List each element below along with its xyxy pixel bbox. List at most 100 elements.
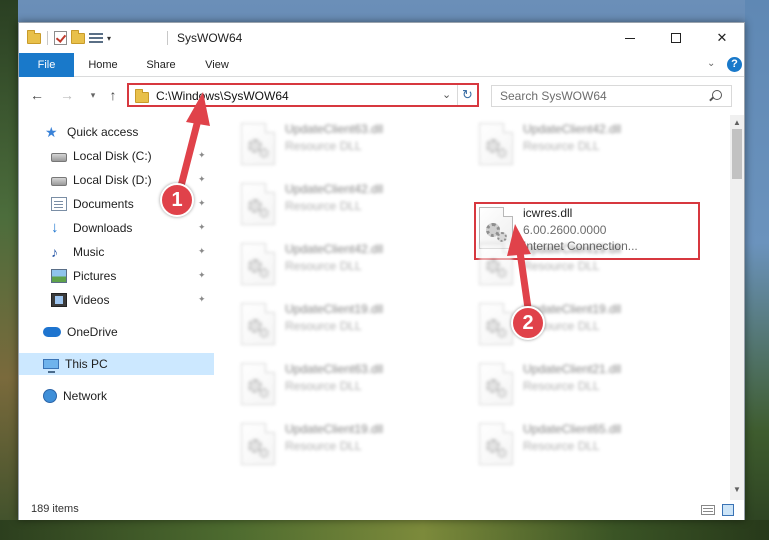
file-name: UpdateClient65.dll xyxy=(523,422,622,436)
sidebar-item-onedrive[interactable]: OneDrive xyxy=(19,321,214,343)
document-icon xyxy=(51,197,67,211)
file-item[interactable]: UpdateClient42.dll Resource DLL xyxy=(239,179,464,233)
tab-share[interactable]: Share xyxy=(139,53,183,77)
file-item[interactable]: UpdateClient42.dll Resource DLL xyxy=(239,239,464,293)
dll-file-icon xyxy=(479,303,513,345)
file-name: UpdateClient19.dll xyxy=(523,242,622,256)
navigation-pane: ★ Quick access Local Disk (C:) ✦ Local D… xyxy=(19,115,214,500)
sidebar-item-pictures[interactable]: Pictures ✦ xyxy=(19,265,214,287)
pin-icon[interactable]: ✦ xyxy=(198,198,206,208)
file-name: UpdateClient63.dll xyxy=(285,362,384,376)
file-name: UpdateClient19.dll xyxy=(285,302,384,316)
video-icon xyxy=(51,293,67,307)
tab-view[interactable]: View xyxy=(195,53,239,77)
sidebar-item-label: Quick access xyxy=(67,125,139,139)
file-item[interactable]: UpdateClient63.dll Resource DLL xyxy=(239,119,464,173)
vertical-scrollbar[interactable]: ▲ ▼ xyxy=(730,115,744,500)
address-bar[interactable]: C:\Windows\SysWOW64 ⌄ ↻ xyxy=(127,83,479,107)
pin-icon[interactable]: ✦ xyxy=(198,174,206,184)
pin-icon[interactable]: ✦ xyxy=(198,246,206,256)
large-icons-view-icon[interactable] xyxy=(722,504,734,516)
maximize-button[interactable] xyxy=(653,23,699,53)
address-path[interactable]: C:\Windows\SysWOW64 xyxy=(156,89,289,103)
file-item[interactable]: UpdateClient65.dll Resource DLL xyxy=(477,419,702,473)
sidebar-item-videos[interactable]: Videos ✦ xyxy=(19,289,214,311)
file-item[interactable]: UpdateClient19.dll Resource DLL xyxy=(239,299,464,353)
tab-home[interactable]: Home xyxy=(81,53,125,77)
sidebar-item-label: OneDrive xyxy=(67,325,118,339)
sidebar-item-quick-access[interactable]: ★ Quick access xyxy=(19,121,214,143)
sidebar-item-music[interactable]: ♪ Music ✦ xyxy=(19,241,214,263)
file-name: UpdateClient21.dll xyxy=(523,362,622,376)
file-type: Resource DLL xyxy=(523,379,600,393)
forward-arrow-icon[interactable]: → xyxy=(59,87,75,103)
dll-file-icon xyxy=(241,423,275,465)
picture-icon xyxy=(51,269,67,283)
dll-file-icon xyxy=(241,183,275,225)
item-count: 189 items xyxy=(31,503,79,515)
sidebar-item-downloads[interactable]: ↓ Downloads ✦ xyxy=(19,217,214,239)
file-type: Resource DLL xyxy=(285,379,362,393)
search-placeholder: Search SysWOW64 xyxy=(500,89,607,103)
file-name: UpdateClient19.dll xyxy=(285,422,384,436)
minimize-icon xyxy=(625,37,635,39)
expand-ribbon-icon[interactable]: ⌄ xyxy=(707,58,719,70)
toolbar-separator xyxy=(47,31,48,45)
dll-file-icon xyxy=(479,363,513,405)
properties-icon[interactable] xyxy=(54,31,67,45)
scroll-up-icon[interactable]: ▲ xyxy=(733,118,741,127)
file-item[interactable]: UpdateClient19.dll Resource DLL xyxy=(477,239,702,293)
chevron-down-icon[interactable]: ▾ xyxy=(107,34,111,43)
search-input[interactable]: Search SysWOW64 xyxy=(491,85,732,107)
file-type: Resource DLL xyxy=(285,199,362,213)
pin-icon[interactable]: ✦ xyxy=(198,294,206,304)
dll-file-icon xyxy=(241,123,275,165)
folder-icon xyxy=(135,89,149,103)
file-type: Resource DLL xyxy=(285,259,362,273)
close-button[interactable]: ✕ xyxy=(699,23,745,53)
dll-file-icon xyxy=(241,303,275,345)
scroll-thumb[interactable] xyxy=(732,129,742,179)
file-item[interactable]: UpdateClient42.dll Resource DLL xyxy=(477,119,702,173)
disk-icon xyxy=(51,153,67,162)
pin-icon[interactable]: ✦ xyxy=(198,150,206,160)
file-type: Resource DLL xyxy=(523,439,600,453)
desktop-background-bottom xyxy=(0,520,769,540)
file-type: Resource DLL xyxy=(285,319,362,333)
dll-file-icon xyxy=(479,123,513,165)
file-item[interactable]: UpdateClient19.dll Resource DLL xyxy=(239,419,464,473)
network-icon xyxy=(43,389,57,403)
file-list: UpdateClient63.dll Resource DLL UpdateCl… xyxy=(215,115,729,500)
new-folder-icon[interactable] xyxy=(71,29,85,44)
help-icon[interactable]: ? xyxy=(727,57,742,72)
pin-icon[interactable]: ✦ xyxy=(198,222,206,232)
sidebar-item-local-disk-c[interactable]: Local Disk (C:) ✦ xyxy=(19,145,214,167)
window-title: SysWOW64 xyxy=(177,31,243,45)
tab-file[interactable]: File xyxy=(19,53,74,77)
dll-file-icon xyxy=(241,243,275,285)
sidebar-item-label: Downloads xyxy=(73,221,133,235)
sidebar-item-network[interactable]: Network xyxy=(19,385,214,407)
cloud-icon xyxy=(43,327,61,337)
sidebar-item-this-pc[interactable]: This PC xyxy=(19,353,214,375)
pin-icon[interactable]: ✦ xyxy=(198,270,206,280)
file-name: UpdateClient63.dll xyxy=(285,122,384,136)
up-arrow-icon[interactable]: ↑ xyxy=(105,87,121,103)
sidebar-item-label: Network xyxy=(63,389,108,403)
dll-file-icon xyxy=(241,363,275,405)
details-view-icon[interactable] xyxy=(701,505,715,515)
scroll-down-icon[interactable]: ▼ xyxy=(733,485,741,494)
file-item[interactable]: UpdateClient63.dll Resource DLL xyxy=(239,359,464,413)
desktop-background-left xyxy=(0,0,18,540)
file-type: Resource DLL xyxy=(285,439,362,453)
address-dropdown-icon[interactable]: ⌄ xyxy=(442,88,451,101)
search-icon[interactable] xyxy=(712,90,722,100)
back-arrow-icon[interactable]: ← xyxy=(29,87,45,103)
minimize-button[interactable] xyxy=(607,23,653,53)
recent-locations-icon[interactable]: ▾ xyxy=(85,87,101,103)
star-icon: ★ xyxy=(45,124,58,140)
sidebar-item-label: Pictures xyxy=(73,269,117,283)
file-item[interactable]: UpdateClient21.dll Resource DLL xyxy=(477,359,702,413)
customize-toolbar-icon[interactable] xyxy=(89,32,103,44)
refresh-icon[interactable]: ↻ xyxy=(457,85,477,105)
